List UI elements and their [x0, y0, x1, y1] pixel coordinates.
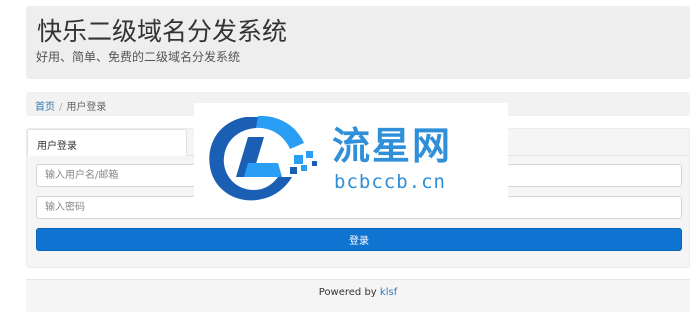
site-subtitle: 好用、简单、免费的二级域名分发系统	[36, 50, 241, 64]
watermark-text: 流星网	[332, 124, 453, 168]
breadcrumb-current: 用户登录	[66, 102, 107, 113]
login-button[interactable]: 登录	[36, 228, 682, 251]
footer-powered-by: Powered by	[318, 287, 377, 298]
breadcrumb-home-link[interactable]: 首页	[35, 102, 55, 113]
tab-user-login[interactable]: 用户登录	[27, 129, 187, 156]
watermark-logo-icon	[209, 115, 317, 201]
footer-link[interactable]: klsf	[380, 287, 397, 298]
watermark-url: bcbccb.cn	[334, 171, 446, 193]
breadcrumb-separator: /	[59, 102, 63, 113]
site-title: 快乐二级域名分发系统	[37, 17, 288, 46]
footer: Powered by klsf	[26, 279, 690, 312]
header-jumbotron: 快乐二级域名分发系统 好用、简单、免费的二级域名分发系统	[26, 6, 690, 79]
watermark: 流星网 bcbccb.cn	[194, 103, 508, 215]
